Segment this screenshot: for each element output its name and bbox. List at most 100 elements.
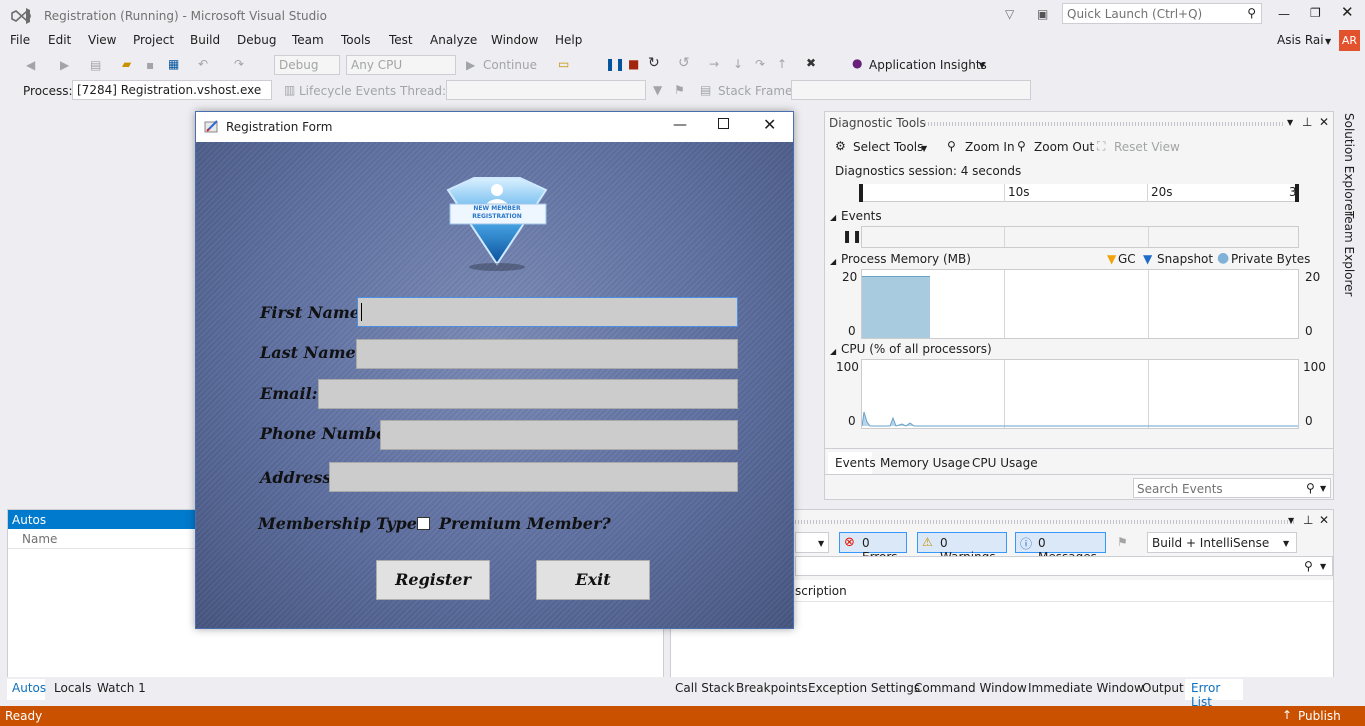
tab-immediate-window[interactable]: Immediate Window bbox=[1028, 681, 1144, 695]
menu-window[interactable]: Window bbox=[491, 33, 538, 47]
minimize-icon[interactable]: — bbox=[673, 117, 687, 133]
tab-watch-1[interactable]: Watch 1 bbox=[97, 681, 146, 695]
undo-icon[interactable]: ↶ bbox=[198, 57, 208, 71]
minimize-icon[interactable]: — bbox=[1278, 7, 1290, 21]
user-dropdown-icon[interactable]: ▼ bbox=[1325, 37, 1331, 46]
panel-menu-icon[interactable]: ▼ bbox=[1288, 514, 1294, 528]
chevron-down-icon[interactable]: ▼ bbox=[979, 59, 985, 73]
user-name[interactable]: Asis Rai bbox=[1277, 33, 1324, 47]
side-tab-solution-explorer[interactable]: Solution Explorer bbox=[1342, 113, 1356, 216]
stop-icon[interactable]: ■ bbox=[628, 57, 639, 71]
timeline-ruler[interactable]: 10s 20s 3 bbox=[859, 184, 1299, 202]
phone-number-input[interactable] bbox=[380, 420, 738, 450]
stack-frame-dropdown[interactable] bbox=[791, 80, 1031, 100]
collapse-icon[interactable]: ◢ bbox=[830, 345, 836, 359]
timeline-end-handle[interactable] bbox=[1295, 184, 1299, 202]
zoom-in-button[interactable]: Zoom In bbox=[965, 140, 1015, 154]
config-dropdown[interactable]: Debug bbox=[274, 55, 340, 75]
lightbulb-icon[interactable]: ● bbox=[852, 56, 862, 70]
tab-autos[interactable]: Autos bbox=[7, 679, 46, 700]
menu-tools[interactable]: Tools bbox=[341, 33, 371, 47]
menu-debug[interactable]: Debug bbox=[237, 33, 276, 47]
pause-icon[interactable]: ❚❚ bbox=[842, 229, 862, 243]
events-track[interactable] bbox=[861, 226, 1299, 248]
pin-icon[interactable]: ⊥ bbox=[1303, 513, 1313, 527]
cpu-graph[interactable] bbox=[861, 359, 1299, 429]
first-name-input[interactable] bbox=[357, 297, 738, 327]
filter-icon[interactable]: ▼ bbox=[653, 83, 662, 97]
panel-close-icon[interactable]: ✕ bbox=[1319, 513, 1329, 527]
timeline-start-handle[interactable] bbox=[859, 184, 863, 202]
address-input[interactable] bbox=[329, 462, 738, 492]
step-over-icon[interactable]: ↷ bbox=[755, 57, 765, 71]
close-icon[interactable]: ✕ bbox=[1341, 5, 1354, 20]
restart-icon[interactable]: ↻ bbox=[648, 56, 660, 70]
register-button[interactable]: Register bbox=[376, 560, 490, 600]
menu-file[interactable]: File bbox=[10, 33, 30, 47]
continue-icon[interactable]: ▶ bbox=[466, 58, 475, 72]
exit-button[interactable]: Exit bbox=[536, 560, 650, 600]
application-insights-button[interactable]: Application Insights bbox=[869, 58, 987, 72]
new-project-icon[interactable]: ▤ bbox=[90, 58, 101, 72]
step-out-icon[interactable]: ↑ bbox=[777, 57, 787, 71]
flag-icon[interactable]: ⚑ bbox=[674, 83, 685, 97]
maximize-icon[interactable] bbox=[718, 118, 729, 129]
menu-project[interactable]: Project bbox=[133, 33, 174, 47]
restore-icon[interactable]: ❐ bbox=[1310, 6, 1321, 20]
warnings-filter-button[interactable]: ⚠ 0 Warnings bbox=[917, 532, 1007, 564]
forward-icon[interactable]: ▶ bbox=[60, 58, 69, 72]
lifecycle-events-button[interactable]: Lifecycle Events bbox=[299, 84, 396, 98]
tab-exception-settings[interactable]: Exception Settings bbox=[808, 681, 920, 695]
publish-button[interactable]: Publish bbox=[1298, 709, 1341, 723]
menu-build[interactable]: Build bbox=[190, 33, 220, 47]
chevron-down-icon[interactable]: ▼ bbox=[1320, 484, 1326, 493]
zoom-out-button[interactable]: Zoom Out bbox=[1034, 140, 1094, 154]
continue-button[interactable]: Continue bbox=[483, 58, 537, 72]
menu-edit[interactable]: Edit bbox=[48, 33, 71, 47]
hot-reload-icon[interactable]: ↺ bbox=[678, 56, 690, 70]
open-folder-icon[interactable]: ▰ bbox=[122, 57, 131, 71]
menu-view[interactable]: View bbox=[88, 33, 116, 47]
menu-team[interactable]: Team bbox=[292, 33, 324, 47]
chevron-down-icon[interactable]: ▼ bbox=[1320, 562, 1326, 571]
menu-test[interactable]: Test bbox=[389, 33, 413, 47]
filter-icon[interactable]: ▽ bbox=[1005, 7, 1014, 21]
tab-memory-usage[interactable]: Memory Usage bbox=[880, 456, 970, 470]
quick-launch-input[interactable]: Quick Launch (Ctrl+Q) ⚲ bbox=[1062, 3, 1262, 24]
memory-graph[interactable] bbox=[861, 269, 1299, 339]
tab-error-list[interactable]: Error List bbox=[1185, 679, 1243, 709]
panel-menu-icon[interactable]: ▼ bbox=[1287, 116, 1293, 130]
build-source-dropdown[interactable]: Build + IntelliSense ▼ bbox=[1147, 532, 1297, 553]
panel-close-icon[interactable]: ✕ bbox=[1319, 115, 1329, 129]
platform-dropdown[interactable]: Any CPU bbox=[346, 55, 456, 75]
chevron-down-icon[interactable]: ▼ bbox=[921, 142, 927, 156]
save-all-icon[interactable]: ▦ bbox=[168, 57, 179, 71]
solution-explorer-icon[interactable]: ▭ bbox=[558, 57, 569, 71]
show-next-statement-icon[interactable]: → bbox=[709, 57, 719, 71]
last-name-input[interactable] bbox=[356, 339, 738, 369]
tab-command-window[interactable]: Command Window bbox=[914, 681, 1027, 695]
collapse-icon[interactable]: ◢ bbox=[830, 211, 836, 225]
column-description[interactable]: scription bbox=[795, 584, 847, 598]
redo-icon[interactable]: ↷ bbox=[234, 57, 244, 71]
column-name[interactable]: Name bbox=[22, 532, 57, 546]
step-into-icon[interactable]: ↓ bbox=[733, 57, 743, 71]
menu-analyze[interactable]: Analyze bbox=[430, 33, 477, 47]
scope-dropdown[interactable]: ▼ bbox=[795, 532, 829, 553]
email-input[interactable] bbox=[318, 379, 738, 409]
thread-dropdown[interactable] bbox=[446, 80, 646, 100]
close-icon[interactable]: ✕ bbox=[763, 115, 776, 134]
menu-help[interactable]: Help bbox=[555, 33, 582, 47]
tab-call-stack[interactable]: Call Stack bbox=[675, 681, 734, 695]
messages-filter-button[interactable]: ⓘ 0 Messages bbox=[1015, 532, 1106, 564]
search-error-list-input[interactable]: ⚲ ▼ bbox=[795, 556, 1333, 576]
save-icon[interactable]: ▪ bbox=[146, 58, 154, 72]
tab-breakpoints[interactable]: Breakpoints bbox=[736, 681, 807, 695]
pin-icon[interactable]: ⊥ bbox=[1302, 115, 1312, 129]
exceptions-icon[interactable]: ✖ bbox=[806, 56, 816, 70]
feedback-icon[interactable]: ▣ bbox=[1037, 7, 1048, 21]
reset-view-button[interactable]: Reset View bbox=[1114, 140, 1180, 154]
errors-filter-button[interactable]: ⊗ 0 Errors bbox=[839, 532, 907, 564]
avatar[interactable]: AR bbox=[1339, 30, 1360, 51]
back-icon[interactable]: ◀ bbox=[26, 58, 35, 72]
